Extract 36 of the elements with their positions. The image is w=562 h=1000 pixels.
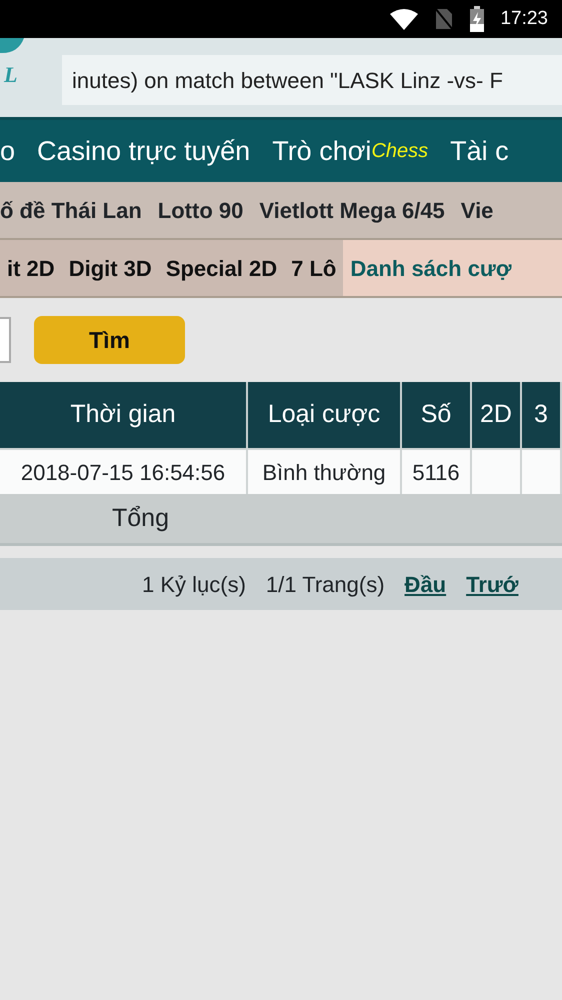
menu-item[interactable]: Lotto 90 xyxy=(158,194,244,226)
tab[interactable]: Special 2D xyxy=(158,240,284,296)
wifi-icon xyxy=(390,8,418,30)
menu-item[interactable]: Vie xyxy=(460,194,494,226)
column-header: Số xyxy=(402,382,472,448)
clock-time: 17:23 xyxy=(500,6,548,31)
logo-text: L xyxy=(4,61,18,89)
column-header: Loại cược xyxy=(248,382,402,448)
menu-item[interactable]: Vietlott Mega 6/45 xyxy=(259,194,445,226)
no-sim-icon xyxy=(434,7,454,31)
superscript-label: Chess xyxy=(371,139,428,164)
tab[interactable]: Danh sách cượ xyxy=(343,240,562,296)
tab[interactable]: Digit 3D xyxy=(62,240,159,296)
tab[interactable]: it 2D xyxy=(0,240,62,296)
column-header: 2D xyxy=(472,382,522,448)
menu-item[interactable]: ố đề Thái Lan xyxy=(0,194,142,226)
page-count: 1/1 Trang(s) xyxy=(266,570,385,599)
news-ticker: inutes) on match between "LASK Linz -vs- F xyxy=(62,55,562,105)
nav-link-item[interactable]: Casino trực tuyến xyxy=(37,130,250,172)
nav-link-item[interactable]: Tài c xyxy=(450,130,509,172)
search-button[interactable]: Tìm xyxy=(34,316,185,364)
total-label: Tổng xyxy=(112,502,169,534)
nav-link-item[interactable]: o xyxy=(0,130,16,172)
tab[interactable]: 7 Lô xyxy=(284,240,344,296)
nav-link-item[interactable]: Trò chơi xyxy=(272,130,372,172)
record-count: 1 Kỷ lục(s) xyxy=(142,570,246,599)
search-field[interactable] xyxy=(0,317,11,363)
table-cell: 5116 xyxy=(402,448,472,494)
table-cell: 2018-07-15 16:54:56 xyxy=(0,448,248,494)
table-cell: Bình thường xyxy=(248,448,402,494)
column-header: Thời gian xyxy=(0,382,248,448)
pagination-link[interactable]: Đầu xyxy=(404,568,446,600)
pagination-link[interactable]: Trướ xyxy=(466,568,518,600)
logo-icon xyxy=(0,38,24,54)
column-header: 3 xyxy=(522,382,562,448)
battery-charging-icon xyxy=(470,6,484,32)
